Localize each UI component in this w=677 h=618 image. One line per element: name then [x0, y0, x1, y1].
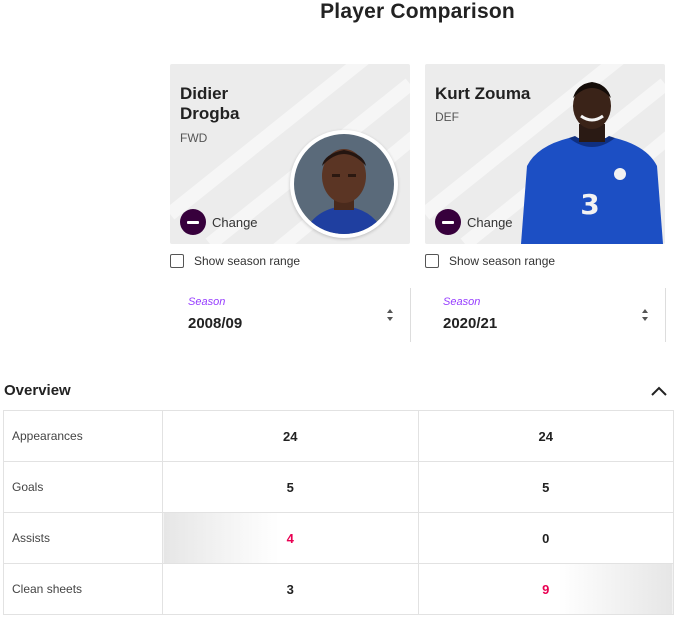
player-first-name: Didier	[180, 84, 229, 103]
svg-text:3: 3	[580, 188, 599, 221]
stat-value-left: 3	[162, 563, 419, 615]
stat-value-right: 24	[417, 410, 674, 462]
player-name: Didier Drogba	[180, 84, 310, 124]
change-player-button[interactable]: Change	[180, 209, 258, 235]
table-row: Assists 4 0	[3, 512, 674, 564]
stat-value-left: 4	[162, 512, 419, 564]
change-label: Change	[212, 214, 258, 230]
stat-label: Appearances	[3, 410, 163, 462]
change-label: Change	[467, 214, 513, 230]
minus-icon	[180, 209, 206, 235]
stat-value-left: 24	[162, 410, 419, 462]
show-season-range-label: Show season range	[449, 254, 556, 268]
season-value: 2020/21	[443, 315, 498, 332]
player-last-name: Drogba	[180, 104, 240, 123]
stat-value-right: 5	[417, 461, 674, 513]
checkbox[interactable]	[170, 254, 184, 268]
player-card-left: Didier Drogba FWD Change	[170, 64, 410, 244]
show-season-range-label: Show season range	[194, 254, 301, 268]
show-season-range-toggle[interactable]: Show season range	[425, 254, 555, 268]
player-photo: 3	[521, 82, 663, 244]
checkbox[interactable]	[425, 254, 439, 268]
section-title: Overview	[4, 382, 71, 399]
season-caption: Season	[188, 296, 226, 308]
season-value: 2008/09	[188, 315, 243, 332]
stat-value-right: 9	[417, 563, 674, 615]
stat-label: Assists	[3, 512, 163, 564]
player-position: DEF	[435, 110, 459, 124]
change-player-button[interactable]: Change	[435, 209, 513, 235]
page-title: Player Comparison	[320, 0, 515, 23]
sort-arrows-icon	[387, 309, 393, 321]
minus-icon	[435, 209, 461, 235]
player-card-right: Kurt Zouma DEF Change 3	[425, 64, 665, 244]
stats-table: Appearances 24 24 Goals 5 5 Assists 4 0 …	[3, 410, 674, 615]
table-row: Goals 5 5	[3, 461, 674, 513]
season-caption: Season	[443, 296, 481, 308]
stat-value-left: 5	[162, 461, 419, 513]
season-select[interactable]: Season 2008/09	[170, 288, 411, 342]
player-photo	[294, 134, 394, 234]
player-position: FWD	[180, 131, 208, 145]
table-row: Appearances 24 24	[3, 410, 674, 462]
stat-label: Clean sheets	[3, 563, 163, 615]
player-avatar	[290, 130, 398, 238]
stat-label: Goals	[3, 461, 163, 513]
stat-value-right: 0	[417, 512, 674, 564]
chevron-up-icon[interactable]	[651, 386, 667, 396]
table-row: Clean sheets 3 9	[3, 563, 674, 615]
show-season-range-toggle[interactable]: Show season range	[170, 254, 300, 268]
sort-arrows-icon	[642, 309, 648, 321]
season-select[interactable]: Season 2020/21	[425, 288, 666, 342]
